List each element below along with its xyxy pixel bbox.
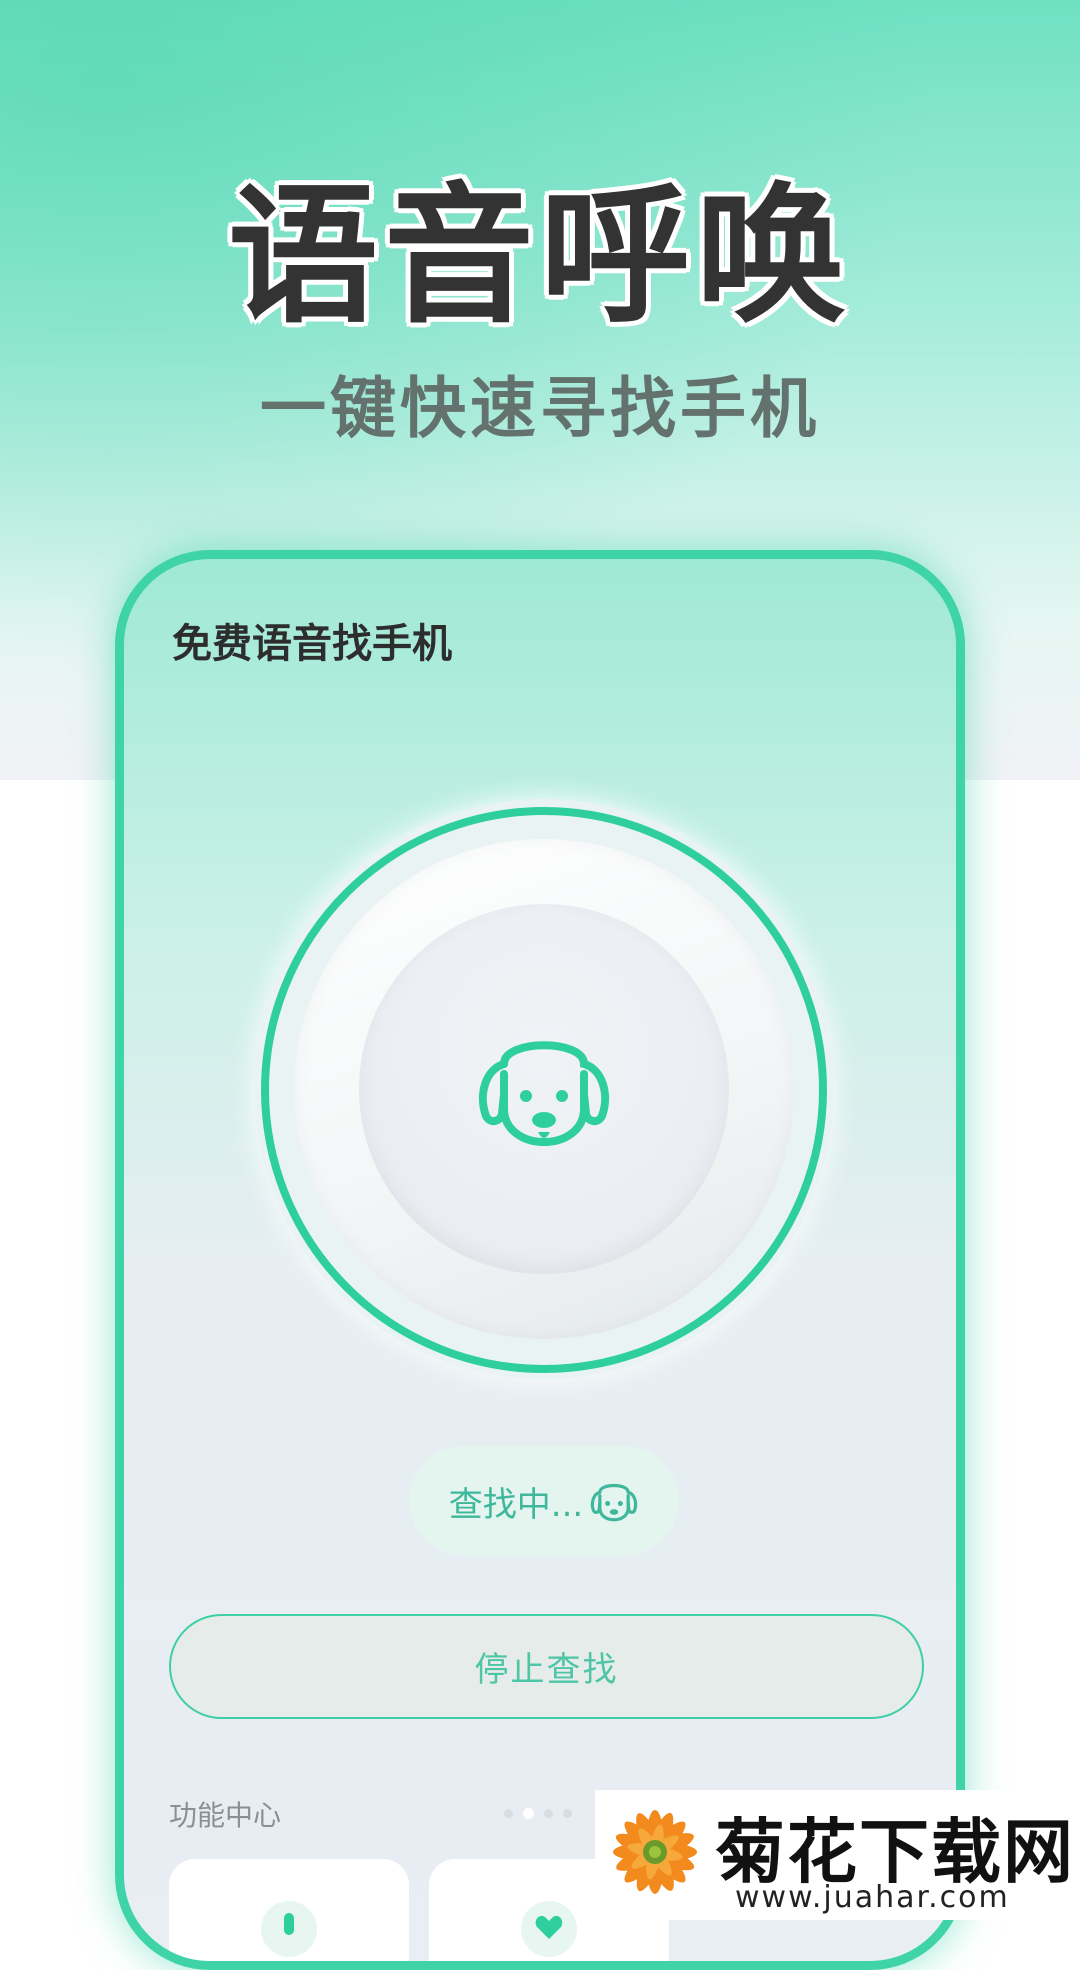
flower-logo-icon bbox=[613, 1810, 697, 1894]
heart-icon bbox=[521, 1901, 577, 1957]
phone-mockup: 免费语音找手机 查找中... 停止查找 功能中心 bbox=[115, 550, 965, 1970]
app-title: 免费语音找手机 bbox=[172, 621, 452, 667]
dog-icon bbox=[478, 1041, 610, 1147]
stop-search-button[interactable]: 停止查找 bbox=[169, 1614, 924, 1719]
page-dot-active bbox=[523, 1808, 534, 1819]
page-dot bbox=[504, 1809, 513, 1818]
subheadline: 一键快速寻找手机 bbox=[260, 370, 820, 447]
feature-card[interactable] bbox=[169, 1859, 409, 1961]
function-center-label: 功能中心 bbox=[169, 1799, 282, 1832]
page-indicator bbox=[504, 1808, 572, 1819]
microphone-icon bbox=[261, 1901, 317, 1957]
page-dot bbox=[544, 1809, 553, 1818]
watermark: 菊花下载网 www.juahar.com bbox=[595, 1790, 1080, 1920]
stop-search-label: 停止查找 bbox=[474, 1650, 619, 1690]
page-dot bbox=[563, 1809, 572, 1818]
headline: 语音呼唤 bbox=[227, 170, 852, 344]
watermark-url: www.juahar.com bbox=[735, 1880, 1010, 1915]
small-dog-icon bbox=[591, 1483, 638, 1522]
searching-status: 查找中... bbox=[409, 1446, 679, 1556]
searching-text: 查找中... bbox=[448, 1484, 584, 1525]
